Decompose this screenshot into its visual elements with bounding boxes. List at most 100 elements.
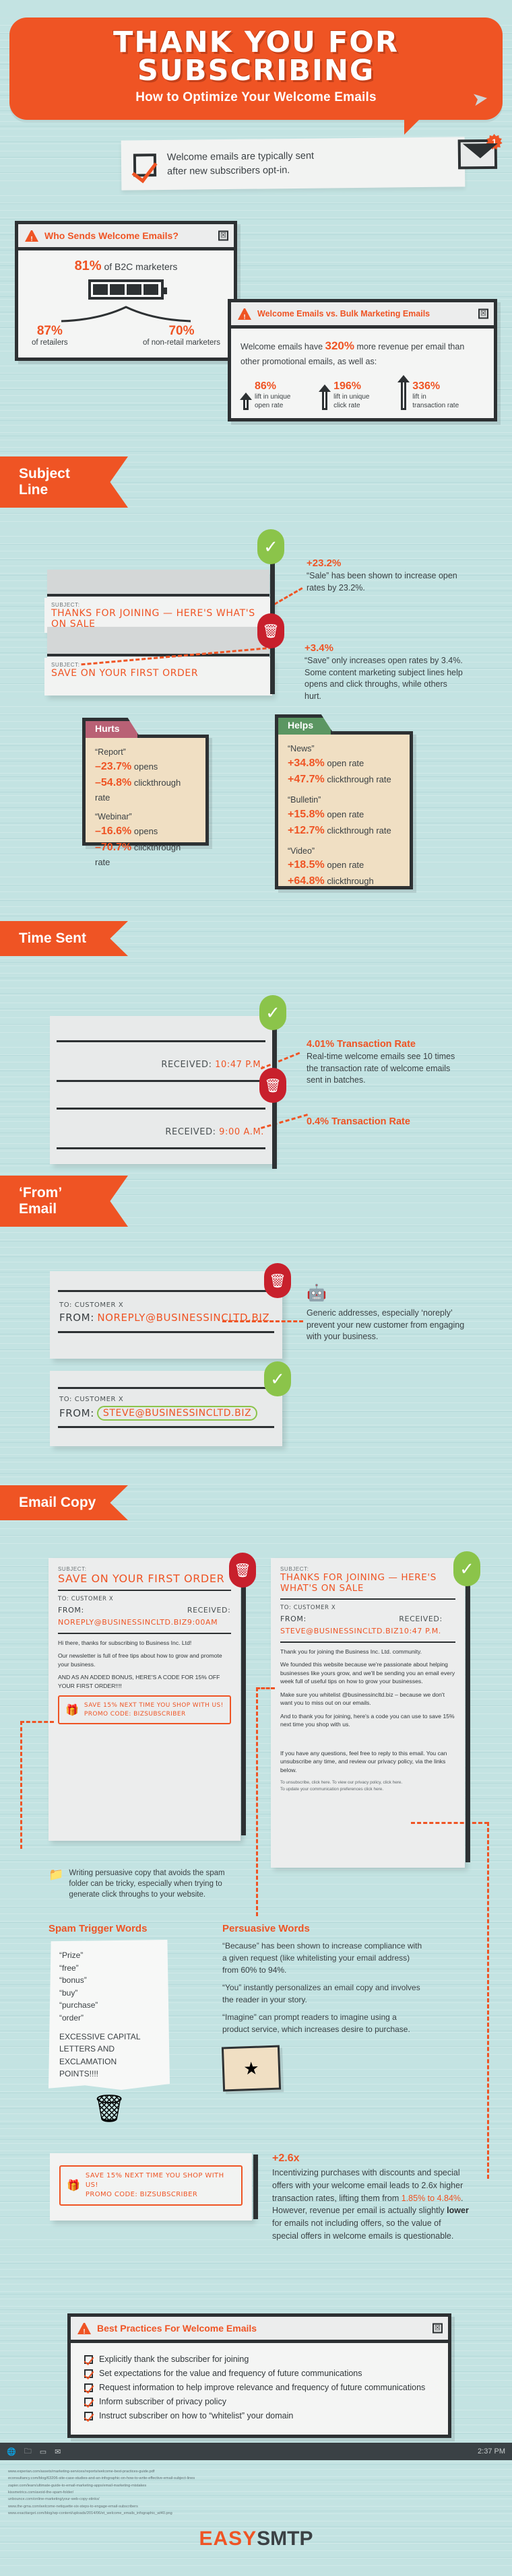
best-practices-window: Best Practices For Welcome Emails ☒ Expl… <box>67 2313 451 2438</box>
source-item: www.experian.com/assets/marketing-servic… <box>8 2470 155 2474</box>
card-header <box>47 627 269 656</box>
promo-callout-box: 🎁 SAVE 15% NEXT TIME YOU SHOP WITH US! P… <box>59 2165 243 2206</box>
received-row: RECEIVED: 9:00AM <box>187 1604 231 1628</box>
lift-label-1: lift in <box>412 393 426 401</box>
subject-label: SUBJECT: <box>280 1566 309 1572</box>
who-sends-titlebar: Who Sends Welcome Emails? ☒ <box>18 224 234 250</box>
time-good-note-text: Real-time welcome emails see 10 times th… <box>307 1052 455 1085</box>
helps-row: +12.7% clickthrough rate <box>288 823 400 839</box>
time-bad-stat: 0.4% Transaction Rate <box>307 1116 410 1127</box>
folder-icon: 📁 <box>49 1868 64 1881</box>
close-icon[interactable]: ☒ <box>478 308 488 319</box>
hurts-value: –70.7% <box>95 842 132 853</box>
best-practice-label: Set expectations for the value and frequ… <box>99 2369 362 2378</box>
optin-text: Welcome emails are typically sent after … <box>167 149 315 179</box>
hurts-row: –23.7% opens <box>95 759 196 775</box>
battery-cell <box>143 284 158 295</box>
approved-check-icon: ✓ <box>453 1551 480 1586</box>
retailers-stat: 87% <box>36 324 63 338</box>
hurts-value: –23.7% <box>95 760 132 772</box>
helps-entry: “Video” +18.5% open rate +64.8% clickthr… <box>288 845 400 890</box>
divider <box>280 1598 455 1600</box>
promo-note-bold: lower <box>447 2206 469 2216</box>
window-icon[interactable]: ▭ <box>40 2447 46 2456</box>
globe-icon[interactable]: 🌐 <box>7 2447 16 2456</box>
from-bad-fields: TO: CUSTOMER X FROM: NOREPLY@BUSINESSINC… <box>50 1292 282 1324</box>
connector-line <box>20 1721 22 1849</box>
persuasive-words-block: Persuasive Words “Because” has been show… <box>221 1923 424 2092</box>
from-value: STEVE@BUSINESSINCLTD.BIZ <box>96 1406 258 1421</box>
helps-value: +15.8% <box>288 808 325 820</box>
hurts-row: –70.7% clickthrough rate <box>95 840 196 869</box>
spam-word: “Prize” <box>59 1951 84 1960</box>
page-subtitle: How to Optimize Your Welcome Emails <box>135 90 377 105</box>
folder-icon[interactable]: 🗀 <box>24 2445 32 2458</box>
notification-badge: 1 <box>486 134 503 150</box>
connector-line <box>411 1822 488 1824</box>
promo-note-stat: 1.85% to 4.84% <box>401 2193 461 2203</box>
good-email-meta: FROM: STEVE@BUSINESSINCLTD.BIZ RECEIVED:… <box>280 1613 455 1637</box>
cursor-icon: ➤ <box>470 87 490 110</box>
envelope-icon: 1 <box>457 139 497 170</box>
check-icon <box>84 2411 93 2420</box>
received-label: RECEIVED: <box>399 1615 443 1623</box>
promo-callout-card: 🎁 SAVE 15% NEXT TIME YOU SHOP WITH US! P… <box>50 2153 252 2221</box>
trash-can-icon: 🗑 <box>92 2093 127 2124</box>
helps-word: “Video” <box>288 846 315 856</box>
best-practices-titlebar: Best Practices For Welcome Emails ☒ <box>71 2317 448 2343</box>
subject-good-card <box>47 570 269 599</box>
from-label: FROM: <box>59 1312 94 1324</box>
warning-icon <box>25 230 38 243</box>
mail-icon[interactable]: ✉ <box>55 2447 61 2456</box>
bad-email-paragraph: Hi there, thanks for subscribing to Busi… <box>58 1639 192 1646</box>
from-label: FROM: <box>59 1407 94 1419</box>
subject-label: SUBJECT: <box>58 1566 87 1572</box>
from-label: FROM: <box>58 1606 84 1615</box>
connector-line <box>256 1687 275 1689</box>
subject-bad-card <box>47 627 269 659</box>
promo-callout-text: SAVE 15% NEXT TIME YOU SHOP WITH US! PRO… <box>86 2171 235 2200</box>
hurts-value: –54.8% <box>95 776 132 788</box>
helps-row: +47.7% clickthrough rate <box>288 772 400 788</box>
warning-icon <box>238 308 251 321</box>
divider <box>58 1331 274 1333</box>
received-value: 10:47 P.M. <box>215 1060 264 1070</box>
copy-caption: 📁 Writing persuasive copy that avoids th… <box>49 1868 237 1900</box>
subject-good-note-text: “Sale” has been shown to increase open r… <box>307 571 457 592</box>
from-bad-card: TO: CUSTOMER X FROM: NOREPLY@BUSINESSINC… <box>50 1271 282 1359</box>
to-label: TO: CUSTOMER X <box>59 1301 124 1309</box>
received-row: RECEIVED: 10:47 P.M. <box>399 1613 455 1637</box>
received-value: 10:47 P.M. <box>399 1627 441 1635</box>
lift-label-1: lift in unique <box>255 393 291 401</box>
time-good-received: RECEIVED: 10:47 P.M. <box>50 1042 272 1071</box>
spam-word: “purchase” <box>59 2000 98 2010</box>
bad-email-mock: SUBJECT: SAVE ON YOUR FIRST ORDER TO: CU… <box>49 1558 241 1841</box>
helps-metric: clickthrough <box>327 876 374 887</box>
helps-metric: open rate <box>327 757 364 768</box>
close-icon[interactable]: ☒ <box>218 230 228 241</box>
promo-note-c: for emails not including offers, so the … <box>272 2218 454 2241</box>
battery-cell <box>110 284 125 295</box>
brand-easy: EASY <box>199 2528 257 2550</box>
spam-word: “free” <box>59 1963 79 1973</box>
who-sends-splits: 87% of retailers 70% of non-retail marke… <box>28 323 224 347</box>
optin-line-2: after new subscribers opt-in. <box>167 165 290 178</box>
best-practice-item: Set expectations for the value and frequ… <box>84 2369 435 2378</box>
hurts-tab: Hurts <box>82 718 141 738</box>
source-item: unbounce.com/online-marketing/your-web-c… <box>8 2497 100 2502</box>
arrow-up-icon <box>397 375 410 411</box>
bad-email-meta: FROM: NOREPLY@BUSINESSINCLTD.BIZ RECEIVE… <box>58 1604 231 1628</box>
from-row: FROM: STEVE@BUSINESSINCLTD.BIZ <box>59 1406 273 1421</box>
good-email-mock: SUBJECT: THANKS FOR JOINING — HERE'S WHA… <box>271 1558 465 1868</box>
vs-bulk-intro-a: Welcome emails have <box>241 342 325 351</box>
close-icon[interactable]: ☒ <box>433 2323 443 2334</box>
good-email-paragraph: And to thank you for joining, here's a c… <box>280 1712 455 1728</box>
pin-stick <box>241 1566 246 1835</box>
vs-bulk-intro: Welcome emails have 320% more revenue pe… <box>241 337 484 368</box>
bad-email-promo-box: 🎁 SAVE 15% NEXT TIME YOU SHOP WITH US! P… <box>58 1695 231 1725</box>
vs-bulk-window: Welcome Emails vs. Bulk Marketing Emails… <box>228 299 497 422</box>
lift-stat-item: 86% lift in unique open rate <box>240 380 315 411</box>
best-practice-label: Request information to help improve rele… <box>99 2383 426 2392</box>
star-box-icon: ★ <box>221 2045 282 2092</box>
bad-email-paragraph: Our newsletter is full of free tips abou… <box>58 1652 222 1668</box>
